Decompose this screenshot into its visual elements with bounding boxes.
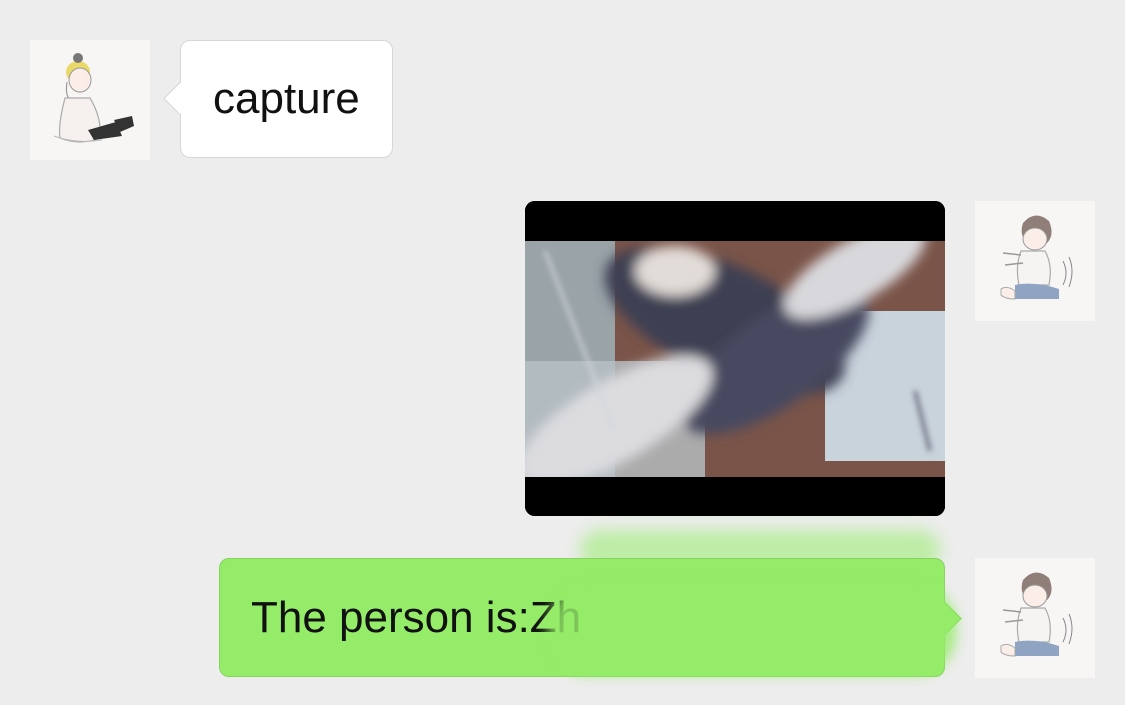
message-text: The person is:Zh <box>251 592 582 642</box>
message-text: capture <box>213 74 360 123</box>
my-avatar[interactable] <box>975 558 1095 678</box>
outgoing-message-bubble[interactable]: The person is:Zh <box>219 558 945 677</box>
boy-sitting-avatar-icon <box>1000 572 1073 657</box>
chat-area: capture The person is:Zh <box>0 0 1125 705</box>
girl-with-yellow-hat-avatar-icon <box>53 53 134 143</box>
blurred-scribbled-photo <box>525 201 945 516</box>
my-avatar[interactable] <box>975 201 1095 321</box>
image-message[interactable] <box>525 201 945 516</box>
contact-avatar[interactable] <box>30 40 150 160</box>
incoming-message-bubble[interactable]: capture <box>180 40 393 158</box>
boy-sitting-avatar-icon <box>1000 215 1073 300</box>
